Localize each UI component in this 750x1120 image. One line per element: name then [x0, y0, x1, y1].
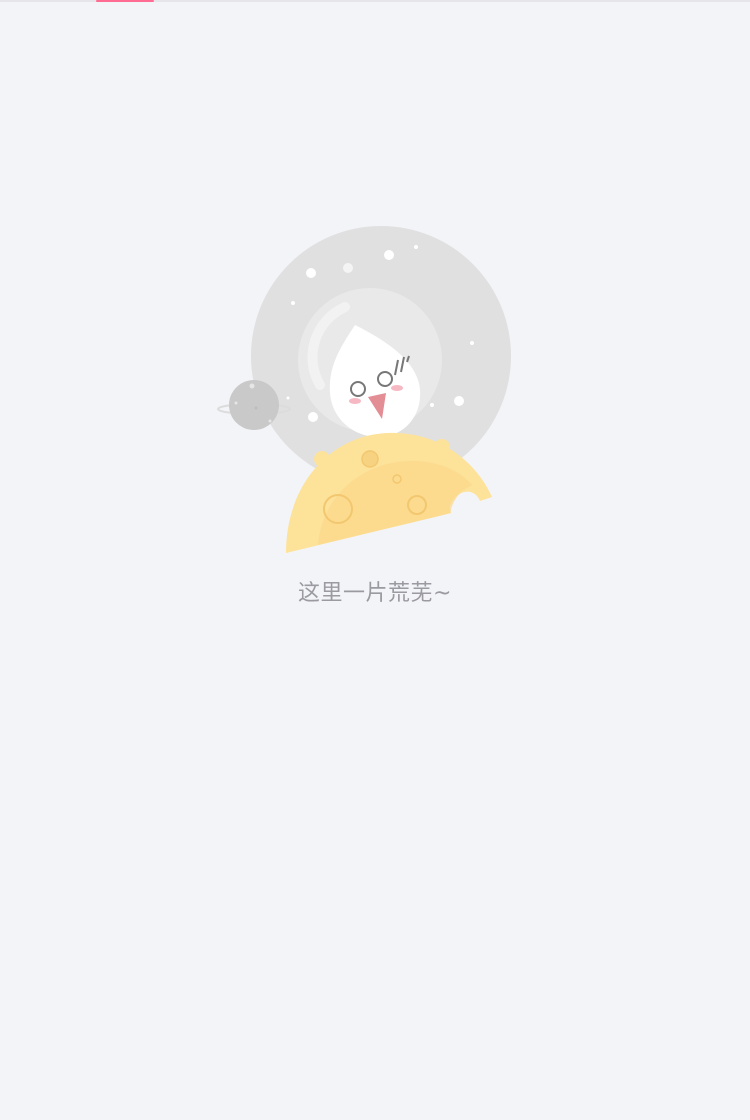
astronaut-on-moon-empty-icon	[217, 226, 511, 553]
empty-state: 这里一片荒芜~	[0, 0, 750, 1120]
empty-message: 这里一片荒芜~	[298, 581, 452, 606]
